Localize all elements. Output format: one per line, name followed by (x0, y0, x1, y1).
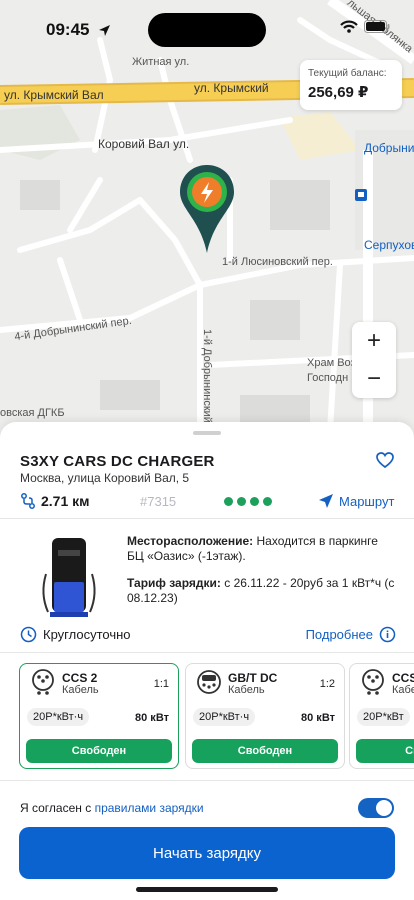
connector-status-button[interactable]: Свободен (26, 739, 172, 763)
hours-text: Круглосуточно (43, 626, 131, 642)
wifi-icon (340, 20, 358, 33)
navigation-arrow-icon (319, 494, 333, 508)
connector-card[interactable]: CCS Кабе 20Р*кВт Свободе (349, 663, 414, 769)
agreement-text: Я согласен с правилами зарядки (20, 801, 204, 815)
balance-value: 256,69 ₽ (308, 84, 369, 101)
connector-power: 80 кВт (301, 712, 335, 724)
favorite-heart-icon[interactable] (376, 452, 394, 468)
zoom-out-button[interactable]: − (367, 365, 381, 393)
location-label: Месторасположение: (127, 534, 254, 548)
divider (0, 518, 414, 519)
more-label: Подробнее (305, 626, 373, 642)
more-details-button[interactable]: Подробнее (300, 626, 396, 643)
route-distance-icon (21, 493, 35, 509)
station-number: #7315 (140, 493, 177, 509)
clock-icon (20, 626, 37, 642)
balance-card[interactable]: Текущий баланс: 256,69 ₽ (300, 60, 402, 110)
map-label: Коровий Вал ул. (98, 137, 190, 151)
divider (0, 652, 414, 653)
status-bar: 09:45 (0, 0, 414, 54)
connector-ratio: 1:1 (153, 678, 169, 690)
ccs2-connector-icon (32, 669, 54, 695)
connector-price: 20Р*кВт (357, 708, 410, 726)
dynamic-island (148, 13, 266, 47)
sheet-handle[interactable] (193, 431, 221, 435)
connector-price: 20Р*кВт·ч (27, 708, 90, 726)
start-charging-button[interactable]: Начать зарядку (19, 827, 395, 879)
map-label: 1-й Добрынинский (200, 329, 213, 423)
status-time: 09:45 (46, 20, 90, 39)
connector-name: CCS 2 (62, 671, 98, 685)
connectors-list[interactable]: CCS 2 Кабель 1:1 20Р*кВт·ч 80 кВт Свобод… (19, 663, 414, 771)
connector-status-button[interactable]: Свободе (356, 739, 414, 763)
connector-power: 80 кВт (135, 712, 169, 724)
station-sheet: S3XY CARS DC CHARGER Москва, улица Коров… (0, 422, 414, 900)
zoom-in-button[interactable]: + (367, 327, 381, 355)
station-distance: 2.71 км (41, 493, 90, 509)
map-label: ул. Крымский Вал (4, 88, 104, 102)
balance-label: Текущий баланс: (308, 68, 387, 79)
connector-card[interactable]: CCS 2 Кабель 1:1 20Р*кВт·ч 80 кВт Свобод… (19, 663, 179, 769)
connector-type: Кабель (228, 684, 265, 696)
zoom-controls: + − (352, 322, 396, 398)
info-icon (379, 626, 396, 642)
tariff-label: Тариф зарядки: (127, 576, 221, 590)
map-label: Серпухово (364, 238, 414, 252)
map-label: 1-й Люсиновский пер. (222, 256, 333, 268)
connector-type: Кабель (62, 684, 99, 696)
map-label: овская ДГКБ (0, 407, 65, 419)
station-address: Москва, улица Коровий Вал, 5 (20, 471, 190, 485)
map-label: Добрынинска (364, 141, 414, 155)
agreement-prefix: Я согласен с (20, 801, 92, 815)
connector-card[interactable]: GB/T DC Кабель 1:2 20Р*кВт·ч 80 кВт Своб… (185, 663, 345, 769)
map-label: Господн (307, 372, 349, 384)
connector-name: GB/T DC (228, 671, 278, 685)
connector-status-button[interactable]: Свободен (192, 739, 338, 763)
battery-icon (364, 20, 390, 33)
map-label: ул. Крымский (194, 81, 269, 95)
rules-link[interactable]: правилами зарядки (95, 801, 204, 815)
map-label: Житная ул. (132, 56, 190, 68)
divider (0, 780, 414, 781)
station-pin-icon[interactable] (178, 163, 236, 257)
charger-image (42, 538, 96, 617)
availability-dots (224, 496, 272, 506)
connector-ratio: 1:2 (319, 678, 335, 690)
route-label: Маршрут (339, 493, 395, 509)
station-meta-row: 2.71 км #7315 Маршрут (20, 490, 396, 512)
connector-type: Кабе (392, 684, 414, 696)
bus-stop-icon (355, 189, 367, 201)
hours-row: Круглосуточно Подробнее (20, 624, 396, 644)
connector-name: CCS (392, 671, 414, 685)
route-button[interactable]: Маршрут (318, 493, 394, 509)
agreement-toggle[interactable] (358, 798, 394, 818)
station-info: Месторасположение: Находится в паркинге … (127, 534, 397, 606)
gbt-connector-icon (197, 670, 221, 694)
station-title: S3XY CARS DC CHARGER (20, 453, 215, 470)
ccs2-connector-icon (362, 669, 384, 695)
home-indicator (136, 887, 278, 892)
location-arrow-icon (99, 25, 110, 36)
connector-price: 20Р*кВт·ч (193, 708, 256, 726)
